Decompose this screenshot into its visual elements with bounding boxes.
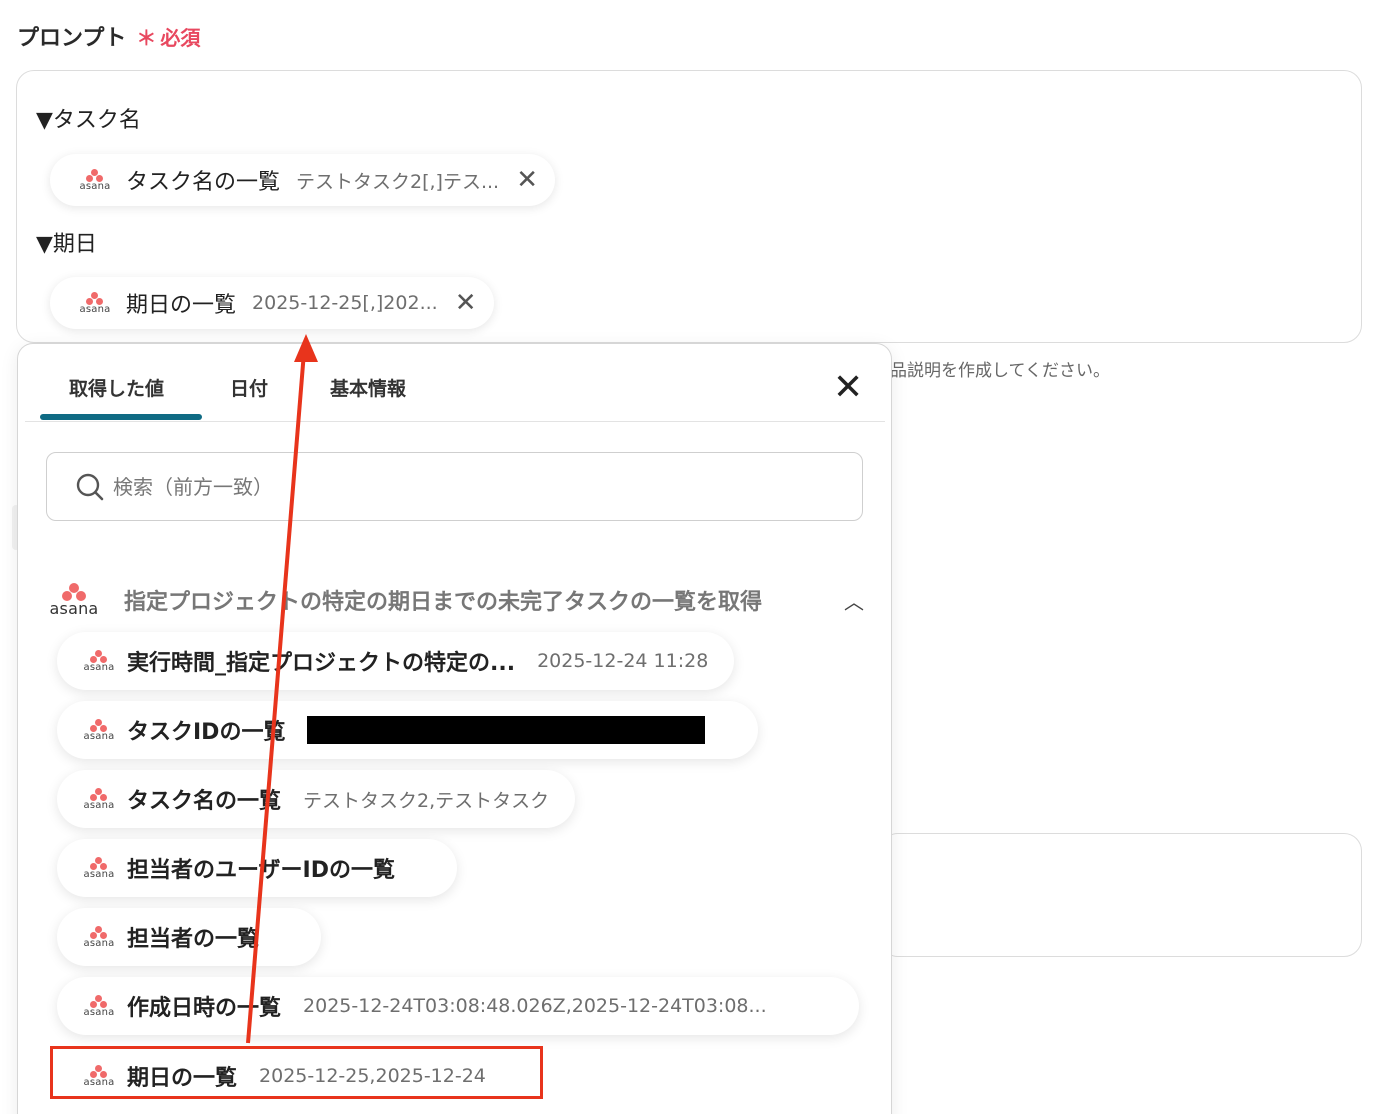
item-name: 担当者の一覧	[127, 927, 260, 952]
active-tab-indicator	[40, 414, 202, 420]
section-title-task-name: ▼タスク名	[36, 108, 141, 133]
search-field[interactable]	[46, 452, 863, 521]
close-icon[interactable]: ✕	[513, 165, 541, 195]
item-name: タスク名の一覧	[127, 789, 282, 814]
helper-text: 品説明を作成してください。	[890, 361, 1110, 381]
list-item[interactable]: asana 実行時間_指定プロジェクトの特定の... 2025-12-24 11…	[57, 632, 735, 690]
asana-logo-icon: asana	[79, 856, 119, 880]
item-value: 2025-12-24 11:28	[537, 650, 709, 672]
item-name: タスクIDの一覧	[127, 720, 286, 745]
list-item[interactable]: asana タスク名の一覧 テストタスク2,テストタスク	[57, 770, 576, 828]
asana-logo-icon: asana	[76, 168, 114, 192]
tab-date[interactable]: 日付	[230, 374, 268, 401]
chevron-up-icon[interactable]: ︿	[844, 586, 864, 615]
redacted-value	[307, 716, 706, 744]
list-item[interactable]: asana 作成日時の一覧 2025-12-24T03:08:48.026Z,2…	[57, 977, 859, 1035]
asana-logo-icon: asana	[79, 787, 119, 811]
search-input[interactable]	[113, 474, 813, 499]
chip-value: テストタスク2[,]テス...	[296, 170, 500, 193]
annotation-highlight-box	[50, 1046, 543, 1099]
field-label: プロンプト ＊ 必須	[17, 20, 200, 52]
asana-logo-icon: asana	[79, 649, 119, 673]
list-item[interactable]: asana 担当者のユーザーIDの一覧	[57, 839, 458, 897]
tab-bar: 取得した値 日付 基本情報	[25, 344, 885, 422]
required-indicator: ＊ 必須	[136, 22, 200, 51]
item-name: 実行時間_指定プロジェクトの特定の...	[127, 651, 516, 676]
field-label-text: プロンプト	[17, 26, 127, 51]
asana-logo-icon: asana	[76, 291, 114, 315]
list-item[interactable]: asana 担当者の一覧	[57, 908, 322, 966]
variable-chip-task-names[interactable]: asana タスク名の一覧 テストタスク2[,]テス... ✕	[50, 154, 556, 206]
asana-logo-icon: asana	[79, 925, 119, 949]
tab-retrieved-values[interactable]: 取得した値	[69, 374, 164, 401]
item-name: 作成日時の一覧	[127, 996, 282, 1021]
section-title-due-date: ▼期日	[36, 232, 97, 257]
chip-name: タスク名の一覧	[126, 170, 281, 195]
required-text: 必須	[160, 25, 201, 50]
required-asterisk: ＊	[136, 25, 157, 50]
close-icon[interactable]: ✕	[833, 370, 863, 406]
variable-chip-due-dates[interactable]: asana 期日の一覧 2025-12-25[,]202... ✕	[50, 277, 494, 329]
background-input-box[interactable]	[880, 833, 1362, 957]
group-title: 指定プロジェクトの特定の期日までの未完了タスクの一覧を取得	[124, 590, 763, 615]
group-header-asana[interactable]: asana 指定プロジェクトの特定の期日までの未完了タスクの一覧を取得 ︿	[46, 570, 876, 630]
chip-name: 期日の一覧	[126, 293, 237, 318]
tab-basic-info[interactable]: 基本情報	[330, 374, 406, 401]
search-icon	[76, 473, 104, 500]
close-icon[interactable]: ✕	[452, 288, 480, 318]
item-value: テストタスク2,テストタスク	[303, 789, 550, 812]
item-value: 2025-12-24T03:08:48.026Z,2025-12-24T03:0…	[303, 995, 767, 1017]
asana-logo-icon: asana	[46, 583, 102, 617]
asana-logo-icon: asana	[79, 718, 119, 742]
item-name: 担当者のユーザーIDの一覧	[127, 858, 396, 883]
list-item[interactable]: asana タスクIDの一覧	[57, 701, 758, 759]
chip-value: 2025-12-25[,]202...	[252, 292, 438, 314]
asana-logo-icon: asana	[79, 994, 119, 1018]
